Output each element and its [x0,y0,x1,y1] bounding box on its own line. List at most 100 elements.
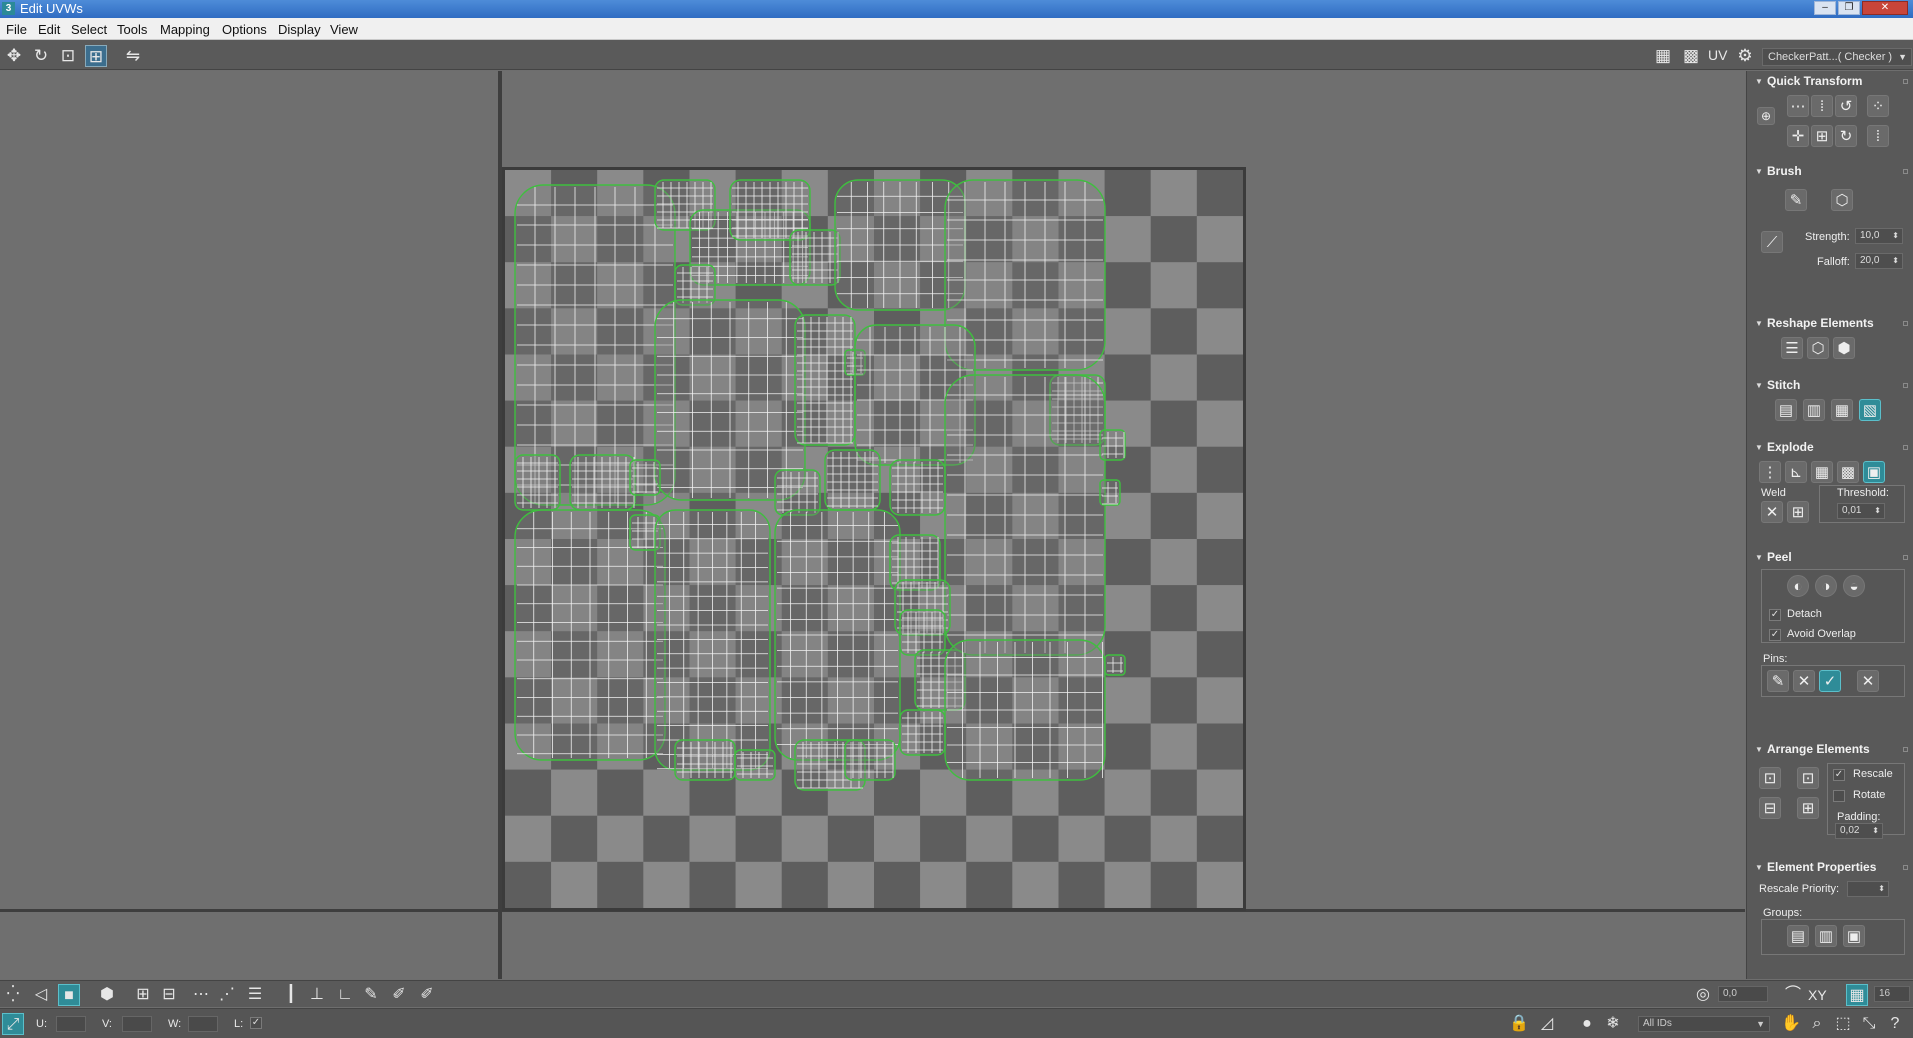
w-field[interactable] [188,1016,218,1032]
zoom-region-icon[interactable]: ⬚ [1832,1013,1854,1035]
relax-until-flat-icon[interactable]: ⬢ [1833,337,1855,359]
soft-selection-value[interactable]: 0,0 [1718,986,1768,1002]
uv-island[interactable] [569,454,636,511]
material-id-dropdown[interactable]: All IDs ▼ [1638,1016,1770,1032]
xy-label[interactable]: XY [1808,987,1827,1003]
uv-island[interactable] [514,454,561,511]
collapse-icon[interactable]: ▼ [1755,553,1763,562]
menu-view[interactable]: View [330,22,358,37]
zoom-icon[interactable]: ⌕ [1806,1013,1828,1035]
peel-mode-icon[interactable]: ◑ [1815,575,1837,597]
avoid-overlap-checkbox[interactable]: ✓ [1769,629,1781,641]
collapse-icon[interactable]: ▼ [1755,863,1763,872]
align-horizontal-icon[interactable]: ⋯ [1787,95,1809,117]
select-overlapped-icon[interactable]: ⊥ [306,984,328,1006]
align-grid-icon[interactable]: ⊞ [1811,125,1833,147]
uv-island[interactable] [794,314,856,446]
menu-mapping[interactable]: Mapping [160,22,210,37]
uv-island[interactable] [734,749,776,781]
pack-normalize-icon[interactable]: ⊡ [1759,767,1781,789]
uv-island[interactable] [824,449,881,511]
stitch-average-icon[interactable]: ▦ [1831,399,1853,421]
absolute-mode-icon[interactable]: ⤢ [2,1013,24,1035]
flatten-by-polygon-icon[interactable]: ▦ [1811,461,1833,483]
uv-island[interactable] [844,739,896,781]
straighten-icon[interactable]: ☰ [1781,337,1803,359]
paint-move-icon[interactable]: ✎ [1785,189,1807,211]
pan-icon[interactable]: ✋ [1780,1013,1802,1035]
collapse-icon[interactable]: ▼ [1755,443,1763,452]
collapse-icon[interactable]: ▼ [1755,381,1763,390]
scale-icon[interactable]: ⊡ [57,45,79,67]
flatten-by-smoothing-icon[interactable]: ⊾ [1785,461,1807,483]
stitch-source-icon[interactable]: ▥ [1803,399,1825,421]
space-vertical-icon[interactable]: ⁞ [1867,125,1889,147]
filter-selected-icon[interactable]: ◿ [1536,1013,1558,1035]
rotate-ccw-icon[interactable]: ↺ [1835,95,1857,117]
select-group-icon[interactable]: ▣ [1843,925,1865,947]
v-field[interactable] [122,1016,152,1032]
space-horizontal-icon[interactable]: ⁘ [1867,95,1889,117]
rescale-checkbox[interactable]: ✓ [1833,769,1845,781]
u-field[interactable] [56,1016,86,1032]
loop-select-icon[interactable]: ⋯ [190,984,212,1006]
grow-selection-icon[interactable]: ⊞ [132,984,154,1006]
grid-value-field[interactable]: 16 [1874,986,1910,1002]
paint-select-shrink-icon[interactable]: ✐ [416,984,438,1006]
uv-island[interactable] [789,229,841,286]
uv-island[interactable] [654,509,771,771]
menu-options[interactable]: Options [222,22,267,37]
weld-target-icon[interactable]: ⊞ [1787,501,1809,523]
rotate-checkbox[interactable] [1833,790,1845,802]
l-checkbox[interactable]: ✓ [250,1017,262,1029]
help-icon[interactable]: ? [1884,1013,1906,1035]
flatten-by-material-icon[interactable]: ▩ [1837,461,1859,483]
falloff-spinner[interactable]: 20,0 ⬍ [1855,253,1903,269]
uv-island[interactable] [1099,429,1126,461]
lock-icon[interactable]: 🔒 [1508,1013,1530,1035]
uv-island[interactable] [1104,654,1126,676]
strength-spinner[interactable]: 10,0 ⬍ [1855,228,1903,244]
uv-viewport[interactable] [0,71,1745,979]
select-flipped-icon[interactable]: ∟ [334,984,356,1006]
pack-custom-icon[interactable]: ⊡ [1797,767,1819,789]
checker-map-dropdown[interactable]: CheckerPatt...( Checker ) ▼ [1762,48,1912,66]
weld-selected-icon[interactable]: ✕ [1761,501,1783,523]
stitch-target-icon[interactable]: ▧ [1859,399,1881,421]
relax-brush-icon[interactable]: ⬡ [1831,189,1853,211]
menu-tools[interactable]: Tools [117,22,147,37]
uv-island[interactable] [944,374,1106,656]
transform-pivot-icon[interactable]: ⊕ [1757,107,1775,125]
maximize-button[interactable]: ❐ [1838,1,1860,15]
rescale-elements-icon[interactable]: ⊟ [1759,797,1781,819]
rescale-priority-spinner[interactable]: ⬍ [1847,881,1889,897]
rotate-cw-icon[interactable]: ↻ [1835,125,1857,147]
uv-island[interactable] [674,739,736,781]
hide-icon[interactable]: ● [1576,1013,1598,1035]
edit-pins-icon[interactable]: ✎ [1767,670,1789,692]
brush-falloff-curve-icon[interactable]: ⟋ [1761,231,1783,253]
uv-island[interactable] [944,639,1106,781]
pack-together-icon[interactable]: ⊞ [1797,797,1819,819]
grid-snap-icon[interactable]: ▦ [1846,984,1868,1006]
collapse-icon[interactable]: ▼ [1755,319,1763,328]
show-grid-icon[interactable]: ▦ [1652,45,1674,67]
select-by-element-icon[interactable]: ┃ [280,984,302,1006]
falloff-curve-icon[interactable]: ⌒ [1782,984,1804,1006]
menu-select[interactable]: Select [71,22,107,37]
polygon-select-icon[interactable]: ■ [58,984,80,1006]
uv-island[interactable] [629,459,661,496]
flatten-icon[interactable]: ▣ [1863,461,1885,483]
threshold-spinner[interactable]: 0,01 ⬍ [1837,503,1885,519]
close-button[interactable]: ✕ [1862,1,1908,15]
checker-map-icon[interactable]: ▩ [1680,45,1702,67]
uv-island[interactable] [899,609,946,656]
uv-settings-icon[interactable]: ⚙ [1734,45,1756,67]
vertex-select-icon[interactable]: ⁛ [2,984,24,1006]
freeze-icon[interactable]: ❄ [1602,1013,1624,1035]
menu-file[interactable]: File [6,22,27,37]
freeform-icon[interactable]: ⊞ [85,45,107,67]
mirror-icon[interactable]: ⇋ [122,45,144,67]
rotate-icon[interactable]: ↻ [30,45,52,67]
pin-selected-icon[interactable]: ✕ [1793,670,1815,692]
